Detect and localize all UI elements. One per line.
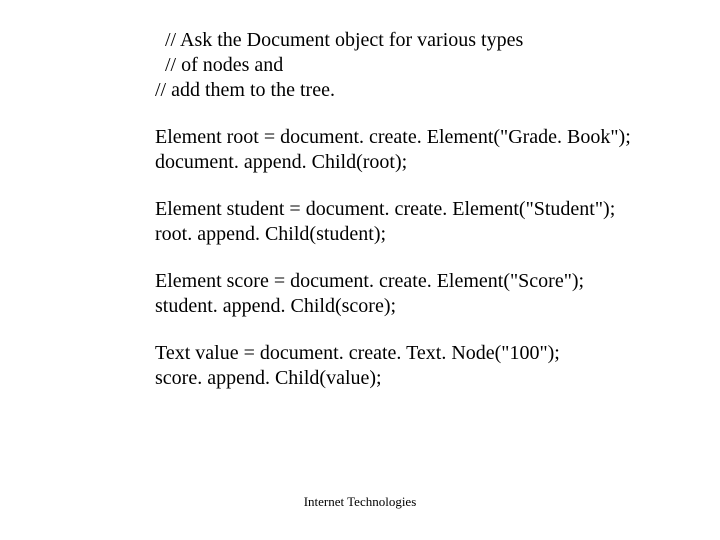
code-line: document. append. Child(root); [155, 150, 695, 175]
comment-block: // Ask the Document object for various t… [155, 28, 695, 103]
code-line: Element student = document. create. Elem… [155, 197, 695, 222]
comment-line-2: // of nodes and [155, 53, 695, 78]
comment-line-1: // Ask the Document object for various t… [155, 28, 695, 53]
code-line: Element root = document. create. Element… [155, 125, 695, 150]
code-block-root: Element root = document. create. Element… [155, 125, 695, 175]
code-line: Element score = document. create. Elemen… [155, 269, 695, 294]
code-block-score: Element score = document. create. Elemen… [155, 269, 695, 319]
comment-line-3: // add them to the tree. [155, 78, 695, 103]
code-line: score. append. Child(value); [155, 366, 695, 391]
code-block-value: Text value = document. create. Text. Nod… [155, 341, 695, 391]
code-line: Text value = document. create. Text. Nod… [155, 341, 695, 366]
slide-footer: Internet Technologies [0, 494, 720, 510]
slide-body: // Ask the Document object for various t… [155, 28, 695, 413]
code-line: student. append. Child(score); [155, 294, 695, 319]
code-line: root. append. Child(student); [155, 222, 695, 247]
code-block-student: Element student = document. create. Elem… [155, 197, 695, 247]
